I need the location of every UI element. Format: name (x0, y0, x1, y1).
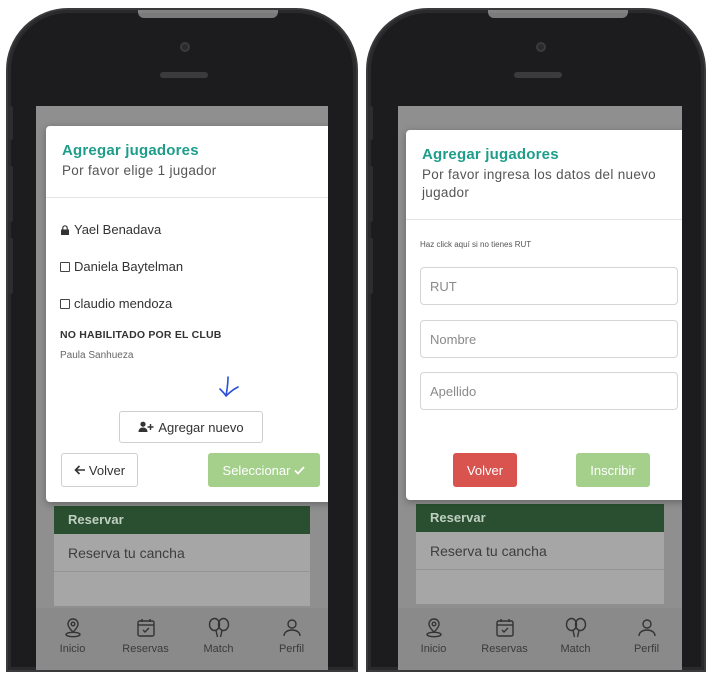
back-label: Volver (88, 462, 126, 478)
back-button[interactable]: Volver (453, 453, 517, 487)
tab-inicio[interactable]: Inicio (43, 616, 103, 655)
handwritten-arrow-icon (219, 376, 239, 397)
reserva-row[interactable]: Reserva tu cancha (416, 532, 664, 570)
player-item-daniela[interactable]: Daniela Baytelman (60, 259, 183, 274)
inscribir-button[interactable]: Inscribir (576, 453, 650, 487)
calendar-check-icon (136, 619, 155, 637)
player-name: claudio mendoza (74, 296, 173, 311)
disabled-player-name: Paula Sanhueza (60, 350, 134, 361)
tab-reservas[interactable]: Reservas (475, 616, 535, 655)
earpiece-speaker (160, 72, 208, 78)
nombre-input[interactable] (420, 320, 678, 358)
rut-input[interactable] (420, 267, 678, 305)
back-button[interactable]: Volver (61, 453, 138, 487)
player-item-yael[interactable]: Yael Benadava (60, 222, 161, 237)
modal-subtitle: Por favor elige 1 jugador (62, 163, 217, 178)
front-camera-icon (536, 42, 546, 52)
lock-icon (61, 224, 69, 235)
tab-reservas[interactable]: Reservas (116, 616, 176, 655)
tab-label: Reservas (481, 643, 528, 655)
tab-label: Inicio (420, 643, 447, 655)
tab-label: Inicio (59, 643, 86, 655)
arrow-left-icon (74, 465, 85, 475)
bottom-tabbar: Inicio Reservas Match Perfil (398, 608, 682, 670)
add-new-player-modal: Agregar jugadores Por favor ingresa los … (406, 130, 682, 500)
tab-label: Match (560, 643, 591, 655)
add-players-modal: Agregar jugadores Por favor elige 1 juga… (46, 126, 328, 502)
phone-top-stripe (138, 10, 278, 18)
modal-header: Agregar jugadores Por favor elige 1 juga… (46, 126, 328, 198)
section-row-empty (54, 572, 310, 606)
phone-frame-right: Reservar Reserva tu cancha Inicio Reserv… (366, 8, 706, 672)
modal-header: Agregar jugadores Por favor ingresa los … (406, 130, 682, 220)
side-button (368, 106, 373, 140)
checkbox-icon[interactable] (60, 261, 70, 272)
apellido-input[interactable] (420, 372, 678, 410)
add-new-button[interactable]: Agregar nuevo (119, 411, 263, 443)
user-icon (637, 619, 656, 637)
user-icon (282, 619, 301, 637)
reservar-section: Reservar Reserva tu cancha (416, 504, 664, 604)
modal-subtitle: Por favor ingresa los datos del nuevo ju… (422, 167, 656, 200)
volume-up-button (8, 166, 13, 222)
modal-title: Agregar jugadores (422, 146, 559, 163)
volume-up-button (368, 166, 373, 222)
back-label: Volver (466, 462, 504, 478)
screen-left: Reservar Reserva tu cancha Inicio Reserv… (36, 106, 328, 670)
front-camera-icon (180, 42, 190, 52)
side-button (8, 106, 13, 140)
reservar-section: Reservar Reserva tu cancha (54, 506, 310, 606)
location-icon (64, 618, 81, 638)
tab-label: Reservas (122, 643, 169, 655)
tennis-rackets-icon (565, 617, 586, 638)
earpiece-speaker (514, 72, 562, 78)
calendar-check-icon (495, 619, 514, 637)
select-button[interactable]: Seleccionar (208, 453, 320, 487)
section-header: Reservar (54, 506, 310, 534)
add-new-label: Agregar nuevo (158, 419, 244, 435)
volume-down-button (8, 238, 13, 294)
tab-match[interactable]: Match (189, 616, 249, 655)
player-item-claudio[interactable]: claudio mendoza (60, 296, 172, 311)
screenshot-stage: Reservar Reserva tu cancha Inicio Reserv… (0, 0, 712, 675)
tab-inicio[interactable]: Inicio (404, 616, 464, 655)
tab-match[interactable]: Match (546, 616, 606, 655)
checkbox-icon[interactable] (60, 298, 70, 309)
tab-label: Perfil (633, 643, 660, 655)
check-icon (294, 465, 306, 475)
bottom-tabbar: Inicio Reservas Match Perfil (36, 608, 328, 670)
player-name: Yael Benadava (74, 222, 162, 237)
no-rut-link[interactable]: Haz click aquí si no tienes RUT (420, 240, 531, 249)
phone-frame-left: Reservar Reserva tu cancha Inicio Reserv… (6, 8, 358, 672)
section-header: Reservar (416, 504, 664, 532)
tennis-rackets-icon (208, 617, 229, 638)
disabled-section-label: NO HABILITADO POR EL CLUB (60, 329, 222, 341)
section-row-empty (416, 570, 664, 604)
inscribir-label: Inscribir (590, 462, 636, 478)
player-name: Daniela Baytelman (74, 259, 184, 274)
tab-label: Match (203, 643, 234, 655)
modal-title: Agregar jugadores (62, 142, 199, 159)
phone-top-stripe (488, 10, 628, 18)
tab-perfil[interactable]: Perfil (262, 616, 322, 655)
reserva-row[interactable]: Reserva tu cancha (54, 534, 310, 572)
tab-label: Perfil (278, 643, 305, 655)
tab-perfil[interactable]: Perfil (617, 616, 677, 655)
location-icon (425, 618, 442, 638)
add-user-icon (138, 421, 154, 432)
screen-right: Reservar Reserva tu cancha Inicio Reserv… (398, 106, 682, 670)
select-label: Seleccionar (222, 462, 291, 478)
volume-down-button (368, 238, 373, 294)
